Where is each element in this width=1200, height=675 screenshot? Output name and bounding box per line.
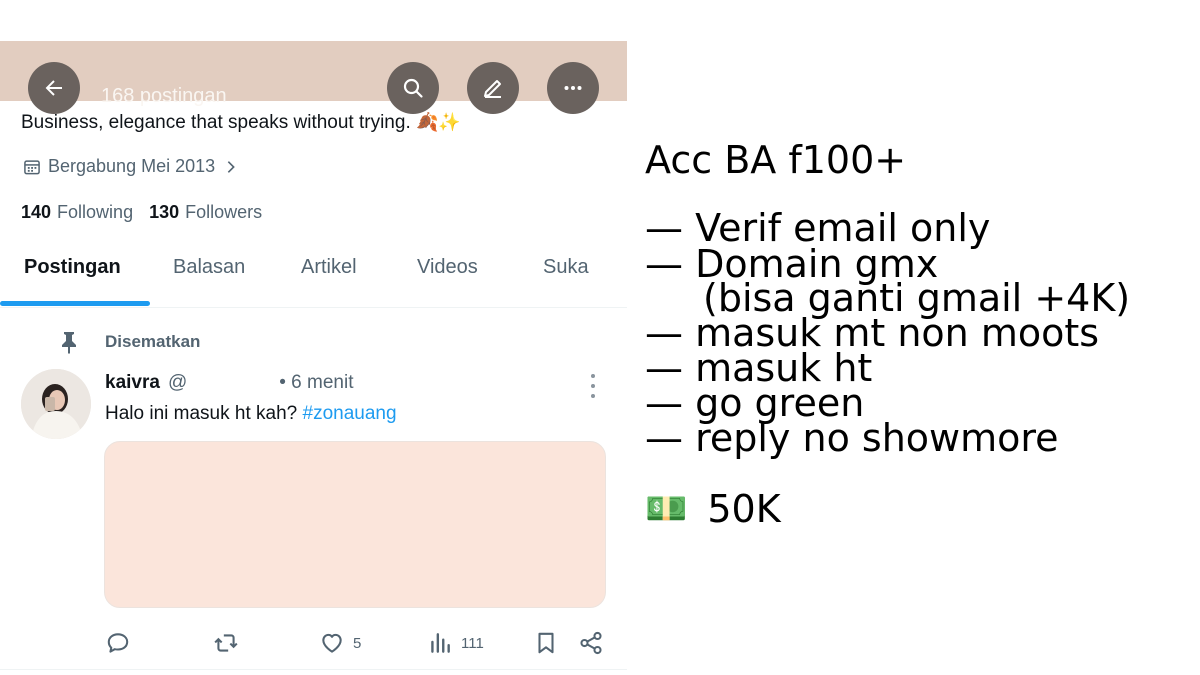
reply-button[interactable]: [105, 630, 131, 656]
avatar[interactable]: [21, 369, 91, 439]
followers-label: Followers: [185, 202, 263, 222]
profile-panel: 168 postingan Business, elegance that sp…: [0, 0, 627, 675]
repost-icon: [214, 634, 238, 652]
repost-button[interactable]: [213, 630, 239, 656]
following-count: 140: [21, 202, 52, 222]
followers-count: 130: [149, 202, 180, 222]
post-time[interactable]: • 6 menit: [279, 372, 353, 394]
view-count: 111: [461, 634, 484, 652]
profile-header-banner: 168 postingan: [0, 41, 627, 114]
bio-emoji: 🍂✨: [416, 112, 461, 132]
post-body: Halo ini masuk ht kah?: [105, 403, 298, 424]
profile-bio: Business, elegance that speaks without t…: [21, 112, 461, 134]
post-actions: 5 111: [105, 630, 610, 658]
tab-suka[interactable]: Suka: [543, 256, 589, 279]
active-tab-indicator: [0, 301, 150, 306]
views-button[interactable]: 111: [427, 630, 484, 656]
profile-photo-icon: [21, 369, 91, 439]
tab-postingan[interactable]: Postingan: [24, 256, 121, 279]
search-button[interactable]: [387, 62, 439, 114]
back-button[interactable]: [28, 62, 80, 114]
price-value: 50K: [707, 487, 781, 531]
post-author-name[interactable]: kaivra: [105, 372, 160, 394]
post-hashtag[interactable]: #zonauang: [303, 403, 397, 424]
reply-icon: [107, 633, 129, 653]
following-link[interactable]: 140 Following: [21, 202, 133, 223]
follow-stats: 140 Following 130 Followers: [21, 202, 262, 223]
like-button[interactable]: 5: [319, 630, 361, 656]
views-chart-icon: [431, 633, 450, 653]
pencil-icon: [484, 80, 501, 98]
like-count: 5: [353, 634, 362, 652]
pin-icon: [62, 332, 76, 354]
bio-text: Business, elegance that speaks without t…: [21, 112, 411, 133]
post-text: Halo ini masuk ht kah? #zonauang: [105, 403, 397, 425]
pinned-label: Disematkan: [105, 332, 201, 351]
heart-icon: [322, 633, 342, 653]
share-button[interactable]: [578, 630, 604, 656]
promo-line: — reply no showmore: [645, 416, 1059, 460]
join-date-text: Bergabung Mei 2013: [48, 156, 216, 176]
post-more-icon[interactable]: [585, 374, 601, 398]
promo-title: Acc BA f100+: [645, 138, 907, 182]
chevron-right-icon: [227, 160, 235, 173]
tab-balasan[interactable]: Balasan: [173, 256, 245, 279]
search-icon: [403, 78, 423, 98]
divider: [0, 669, 627, 670]
edit-button[interactable]: [467, 62, 519, 114]
post-count: 168 postingan: [101, 85, 227, 107]
bookmark-icon: [538, 632, 554, 654]
following-label: Following: [57, 202, 134, 222]
bookmark-button[interactable]: [533, 630, 559, 656]
tab-videos[interactable]: Videos: [417, 256, 478, 279]
post-author-handle[interactable]: @: [168, 372, 187, 394]
promo-panel: Acc BA f100+ — Verif email only — Domain…: [645, 0, 1200, 675]
money-icon: 💵: [645, 489, 688, 529]
post-header: kaivra @ • 6 menit: [105, 372, 354, 394]
join-date[interactable]: Bergabung Mei 2013: [22, 156, 245, 177]
calendar-icon: [24, 159, 40, 174]
price: 💵 50K: [645, 487, 781, 531]
tab-artikel[interactable]: Artikel: [301, 256, 357, 279]
post-media[interactable]: [104, 441, 606, 608]
profile-tabs: Postingan Balasan Artikel Videos Suka: [0, 240, 627, 308]
arrow-left-icon: [45, 80, 62, 96]
followers-link[interactable]: 130 Followers: [149, 202, 262, 223]
pinned-indicator: Disematkan: [58, 330, 200, 354]
share-icon: [580, 631, 602, 655]
more-horizontal-icon: [564, 86, 582, 90]
more-button[interactable]: [547, 62, 599, 114]
